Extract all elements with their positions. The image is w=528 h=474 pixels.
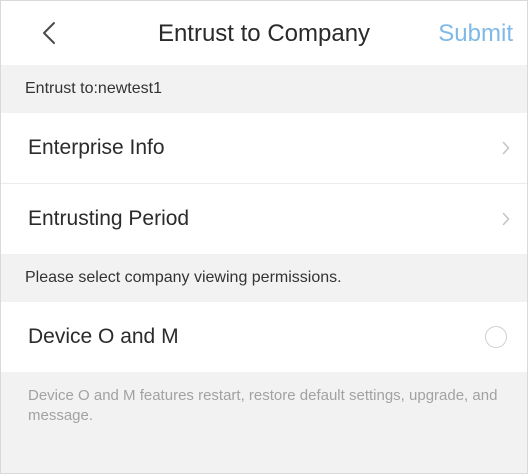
entrusting-period-label: Entrusting Period [28,207,190,230]
entrust-to-label: Entrust to:newtest1 [25,80,162,97]
chevron-right-icon [501,141,511,155]
submit-button[interactable]: Submit [438,20,513,48]
device-om-radio[interactable] [485,326,507,348]
permissions-prompt: Please select company viewing permission… [25,269,342,286]
header-bar: Entrust to Company Submit [1,1,527,65]
entrusting-period-row[interactable]: Entrusting Period [1,184,527,254]
enterprise-info-row[interactable]: Enterprise Info [1,113,527,183]
device-om-row[interactable]: Device O and M [1,302,527,372]
enterprise-info-label: Enterprise Info [28,136,165,159]
chevron-right-icon [501,212,511,226]
entrust-to-company-screen: Entrust to Company Submit Entrust to:new… [0,0,528,474]
device-om-label: Device O and M [28,325,179,348]
device-om-description: Device O and M features restart, restore… [28,387,498,424]
